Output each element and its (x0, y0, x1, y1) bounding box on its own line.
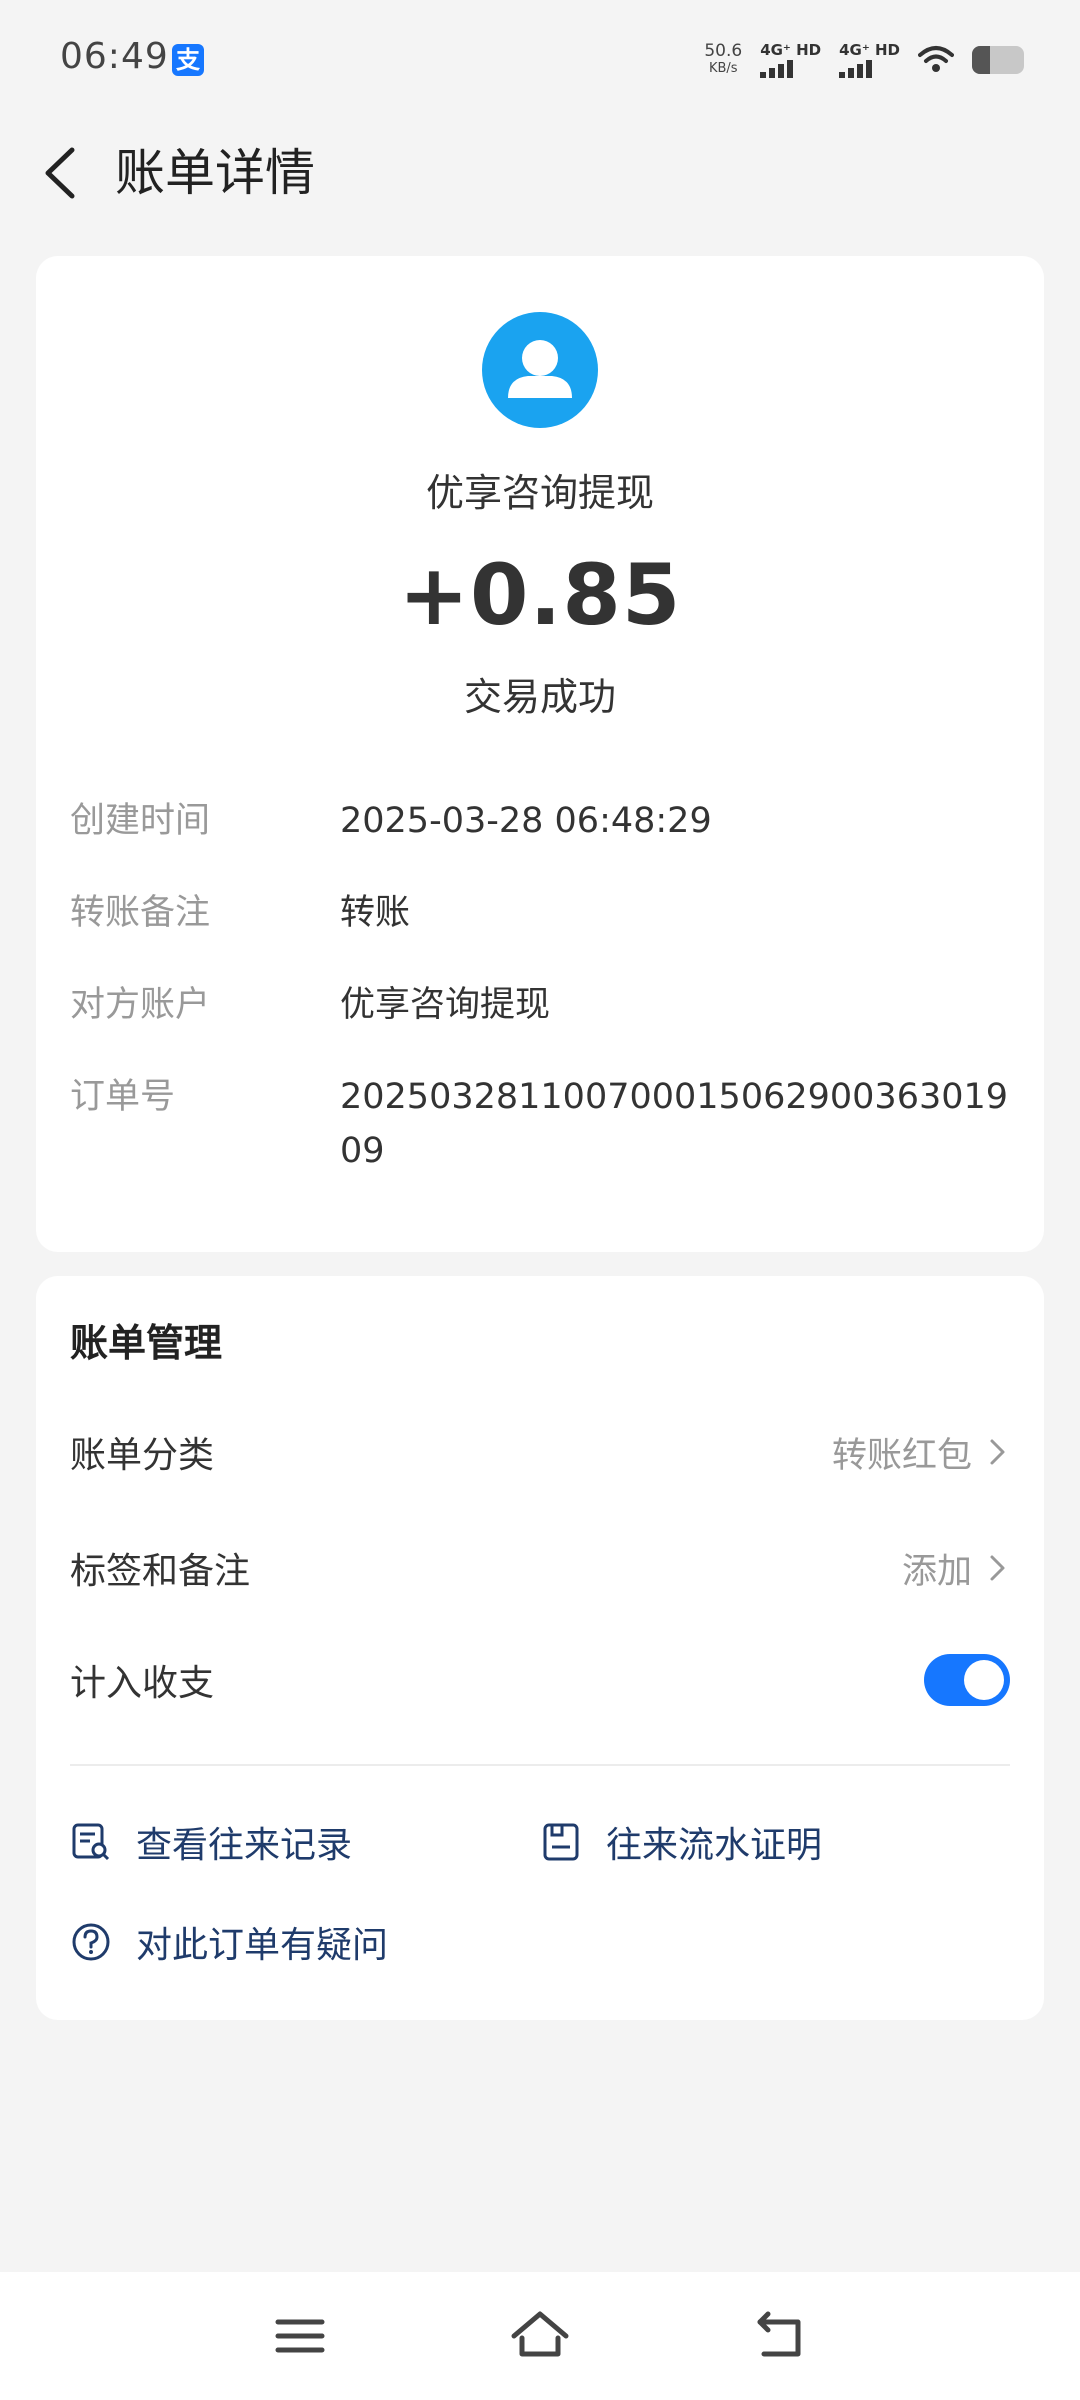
signal-bars-icon (839, 60, 873, 78)
document-icon (543, 1823, 579, 1861)
menu-icon (275, 2319, 325, 2353)
tags-notes-row[interactable]: 标签和备注 添加 (70, 1528, 1010, 1608)
menu-button[interactable] (268, 2304, 332, 2368)
record-search-icon (72, 1823, 110, 1861)
network-speed-unit: KB/s (708, 61, 738, 76)
chevron-right-icon (990, 1555, 1005, 1581)
user-avatar-icon (508, 340, 572, 398)
bill-category-row[interactable]: 账单分类 转账红包 (70, 1412, 1010, 1492)
return-icon (757, 2311, 801, 2357)
view-history-link[interactable]: 查看往来记录 (70, 1816, 352, 1868)
include-in-budget-toggle[interactable] (924, 1654, 1010, 1706)
transaction-amount: +0.85 (398, 546, 682, 644)
avatar (482, 312, 598, 428)
tags-notes-value: 添加 (901, 1551, 972, 1592)
bill-category-label: 账单分类 (70, 1435, 215, 1476)
network-speed: 50.6 KB/s (704, 42, 742, 78)
detail-value[interactable]: 优享咨询提现 (340, 978, 1010, 1032)
sim2-signal: 4G⁺ HD (839, 42, 900, 78)
detail-label: 对方账户 (70, 985, 211, 1025)
transaction-detail-card: 优享咨询提现 +0.85 交易成功 创建时间 2025-03-28 06:48:… (36, 256, 1044, 1252)
tags-notes-label: 标签和备注 (70, 1551, 251, 1592)
chevron-left-icon (45, 147, 75, 199)
sim2-label: 4G⁺ HD (839, 41, 900, 59)
battery-level (972, 46, 991, 74)
status-bar: 06:49 支 50.6 KB/s 4G⁺ HD 4G⁺ HD (0, 0, 1080, 120)
system-navigation-bar (0, 2272, 1080, 2400)
detail-label: 转账备注 (70, 893, 211, 933)
page-title: 账单详情 (115, 144, 315, 202)
back-button[interactable] (30, 138, 100, 208)
statement-proof-text: 往来流水证明 (606, 1825, 823, 1866)
payee-name: 优享咨询提现 (425, 471, 654, 515)
signal-bars-icon (760, 60, 794, 78)
bill-management-card: 账单管理 账单分类 转账红包 标签和备注 添加 计入收支 查看往来记录 往来流水… (36, 1276, 1044, 2020)
detail-label: 创建时间 (70, 801, 211, 841)
include-in-budget-label: 计入收支 (70, 1663, 215, 1704)
battery-icon (972, 46, 1024, 74)
status-indicators: 50.6 KB/s 4G⁺ HD 4G⁺ HD (704, 36, 1024, 84)
detail-value[interactable]: 转账 (340, 886, 1010, 940)
transaction-status: 交易成功 (463, 675, 616, 719)
network-speed-value: 50.6 (704, 41, 743, 61)
section-title: 账单管理 (70, 1321, 223, 1365)
wifi-icon (918, 46, 954, 72)
order-number-value[interactable]: 20250328110070001506290036301909 (340, 1070, 1010, 1178)
include-in-budget-row: 计入收支 (70, 1640, 1010, 1720)
sim1-label: 4G⁺ HD (760, 41, 822, 59)
sim1-signal: 4G⁺ HD (760, 42, 821, 78)
order-question-text: 对此订单有疑问 (136, 1925, 389, 1966)
question-circle-icon (72, 1923, 110, 1961)
order-question-link[interactable]: 对此订单有疑问 (70, 1916, 388, 1968)
status-time: 06:49 (60, 36, 169, 77)
home-icon (511, 2311, 569, 2357)
back-nav-button[interactable] (748, 2304, 812, 2368)
home-button[interactable] (508, 2304, 572, 2368)
alipay-notification-icon: 支 (172, 44, 204, 76)
detail-label: 订单号 (70, 1077, 176, 1117)
toggle-knob (964, 1660, 1004, 1700)
chevron-right-icon (990, 1439, 1005, 1465)
view-history-text: 查看往来记录 (136, 1825, 353, 1866)
app-header: 账单详情 (0, 120, 1080, 230)
divider (70, 1764, 1010, 1766)
statement-proof-link[interactable]: 往来流水证明 (540, 1816, 822, 1868)
bill-category-value: 转账红包 (831, 1435, 972, 1476)
detail-value[interactable]: 2025-03-28 06:48:29 (340, 794, 1010, 848)
